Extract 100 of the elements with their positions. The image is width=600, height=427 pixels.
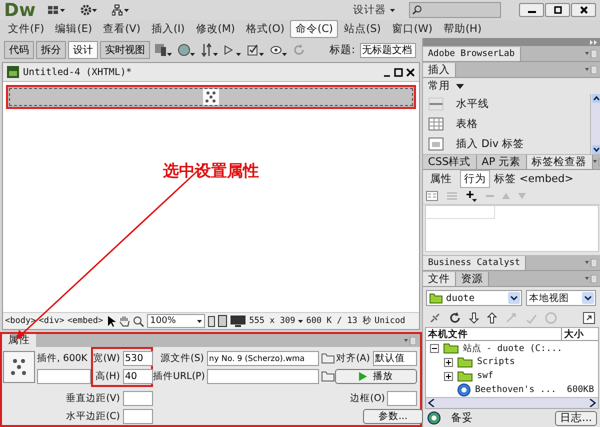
panel-tab[interactable]: 插入 bbox=[423, 63, 456, 77]
multiscreen-icon[interactable] bbox=[155, 43, 173, 57]
insert-item[interactable]: 表格 bbox=[423, 114, 590, 134]
menu-item[interactable]: 命令(C) bbox=[290, 20, 338, 38]
menu-item[interactable]: 窗口(W) bbox=[386, 20, 438, 38]
tree-item[interactable]: Beethoven's ... 600KB bbox=[426, 383, 598, 397]
expander-icon[interactable] bbox=[444, 372, 453, 380]
width-field[interactable]: 530 bbox=[123, 350, 153, 366]
close-button[interactable] bbox=[571, 3, 596, 17]
minimize-button[interactable] bbox=[519, 3, 544, 17]
zoom-dropdown[interactable]: 100% bbox=[147, 314, 206, 328]
tablet-icon[interactable] bbox=[218, 315, 228, 327]
plugin-placeholder[interactable] bbox=[6, 85, 416, 109]
category-dropdown[interactable]: 常用 bbox=[428, 79, 450, 93]
height-field[interactable]: 40 bbox=[123, 368, 153, 384]
down-arrow-icon[interactable] bbox=[469, 312, 479, 324]
menu-item[interactable]: 文件(F) bbox=[3, 20, 50, 38]
inspector-tab[interactable]: 行为 bbox=[460, 170, 490, 188]
zoom-icon[interactable] bbox=[133, 316, 144, 326]
panel-menu-icon[interactable] bbox=[404, 336, 416, 344]
phone-icon[interactable] bbox=[208, 316, 216, 326]
caret-icon bbox=[197, 320, 202, 322]
search-field[interactable] bbox=[409, 2, 501, 18]
border-field[interactable] bbox=[387, 390, 417, 406]
sitemap-icon[interactable] bbox=[112, 4, 130, 16]
eye-icon[interactable] bbox=[270, 43, 288, 57]
tree-item[interactable]: 站点 - duote (C:... bbox=[426, 341, 598, 355]
play-icon[interactable] bbox=[224, 43, 242, 57]
horizontal-scrollbar[interactable] bbox=[426, 397, 598, 408]
hspace-field[interactable] bbox=[123, 408, 153, 424]
refresh-icon[interactable] bbox=[449, 312, 461, 324]
tag-selector[interactable]: <embed> bbox=[67, 316, 104, 326]
panel-menu-icon[interactable] bbox=[585, 66, 597, 74]
menu-item[interactable]: 帮助(H) bbox=[438, 20, 487, 38]
tag-selector[interactable]: <body> bbox=[5, 316, 36, 326]
check-out-icon[interactable] bbox=[505, 312, 517, 324]
align-dropdown[interactable]: 默认值 bbox=[373, 350, 417, 366]
maximize-button[interactable] bbox=[545, 3, 570, 17]
column-header[interactable]: 本机文件 bbox=[426, 328, 561, 340]
add-icon[interactable] bbox=[466, 190, 478, 202]
check-in-icon[interactable] bbox=[525, 312, 537, 324]
tag-selector[interactable]: <div> bbox=[38, 316, 64, 326]
expander-icon[interactable] bbox=[430, 344, 439, 352]
menu-item[interactable]: 站点(S) bbox=[339, 20, 386, 38]
expander-icon[interactable] bbox=[444, 358, 453, 366]
panel-tab[interactable]: 文件 bbox=[423, 272, 456, 286]
inspector-tab[interactable]: 属性 bbox=[426, 170, 456, 188]
folder-icon[interactable] bbox=[321, 352, 335, 364]
plugin-url-field[interactable] bbox=[207, 368, 319, 384]
insert-item[interactable]: 水平线 bbox=[423, 94, 590, 114]
expand-icon[interactable] bbox=[583, 312, 595, 324]
title-field[interactable]: 无标题文档 bbox=[360, 42, 416, 58]
layout-icon[interactable] bbox=[48, 5, 66, 15]
view-button[interactable]: 代码 bbox=[4, 41, 34, 59]
menu-item[interactable]: 插入(I) bbox=[146, 20, 190, 38]
tree-item[interactable]: swf bbox=[426, 369, 598, 383]
connect-icon[interactable] bbox=[429, 312, 441, 324]
category-view-icon[interactable] bbox=[426, 191, 438, 201]
checklist-icon[interactable] bbox=[247, 43, 265, 57]
insert-item[interactable]: 插入 Div 标签 bbox=[423, 134, 590, 154]
workspace-switcher[interactable]: 设计器 bbox=[353, 3, 386, 17]
close-icon[interactable] bbox=[406, 68, 415, 76]
maximize-icon[interactable] bbox=[394, 68, 403, 76]
scrollbar[interactable] bbox=[590, 94, 600, 154]
view-button[interactable]: 实时视图 bbox=[100, 41, 150, 59]
panel-menu-icon[interactable] bbox=[585, 50, 597, 58]
panel-tab[interactable]: Business Catalyst bbox=[423, 256, 526, 270]
menu-item[interactable]: 格式(O) bbox=[241, 20, 290, 38]
site-dropdown[interactable]: duote bbox=[426, 290, 522, 306]
menu-item[interactable]: 修改(M) bbox=[190, 20, 240, 38]
menu-item[interactable]: 编辑(E) bbox=[50, 20, 98, 38]
globe-icon[interactable] bbox=[178, 43, 196, 57]
document-tab[interactable]: Untitled-4 (XHTML)* bbox=[23, 66, 132, 78]
panel-tab[interactable]: 资源 bbox=[456, 272, 489, 286]
up-arrow-icon[interactable] bbox=[487, 312, 497, 324]
hand-icon[interactable] bbox=[119, 315, 130, 327]
window-size[interactable]: 555 x 309 bbox=[249, 316, 296, 326]
gear-icon[interactable] bbox=[80, 4, 98, 16]
name-field[interactable] bbox=[37, 368, 91, 384]
column-header[interactable]: 大小 bbox=[561, 328, 598, 340]
view-dropdown[interactable]: 本地视图 bbox=[526, 290, 596, 306]
panel-menu-icon[interactable] bbox=[585, 274, 597, 282]
vspace-field[interactable] bbox=[123, 390, 153, 406]
panel-tab[interactable]: CSS样式 bbox=[423, 155, 477, 169]
pointer-icon[interactable] bbox=[106, 315, 116, 327]
panel-tab[interactable]: 标签检查器 bbox=[526, 155, 593, 169]
source-field[interactable]: ny No. 9 (Scherzo).wma bbox=[207, 350, 319, 366]
panel-tab[interactable]: AP 元素 bbox=[476, 155, 527, 169]
tree-item[interactable]: Scripts bbox=[426, 355, 598, 369]
view-button[interactable]: 设计 bbox=[68, 41, 98, 59]
monitor-icon[interactable] bbox=[230, 315, 246, 327]
transfer-icon[interactable] bbox=[201, 43, 219, 57]
panel-tab[interactable]: Adobe BrowserLab bbox=[423, 47, 521, 61]
view-button[interactable]: 拆分 bbox=[36, 41, 66, 59]
play-button[interactable]: 播放 bbox=[335, 368, 417, 384]
menu-item[interactable]: 查看(V) bbox=[98, 20, 146, 38]
panel-menu-icon[interactable] bbox=[585, 258, 597, 266]
parameters-button[interactable]: 参数... bbox=[363, 408, 423, 424]
folder-icon[interactable] bbox=[321, 370, 335, 382]
log-button[interactable]: 日志... bbox=[554, 410, 597, 426]
